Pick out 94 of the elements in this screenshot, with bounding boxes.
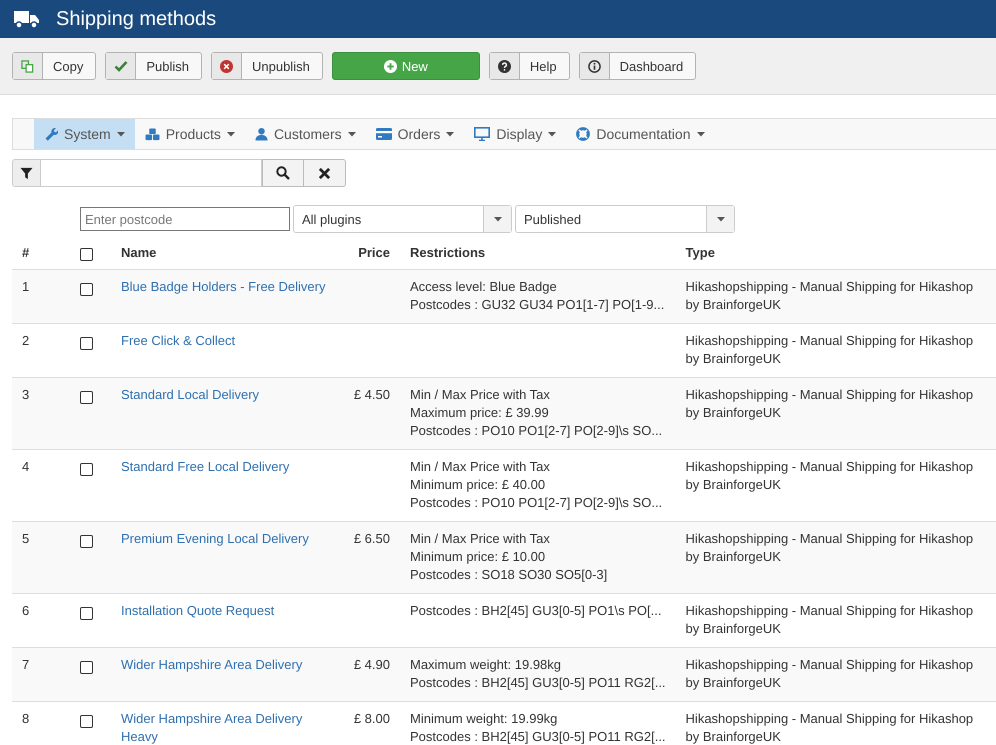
search-button[interactable] xyxy=(262,159,304,187)
plus-circle-icon xyxy=(384,60,397,72)
restriction-text: Min / Max Price with Tax xyxy=(410,530,551,548)
method-link[interactable]: Installation Quote Request xyxy=(121,602,274,620)
row-number: 4 xyxy=(22,459,30,474)
help-button[interactable]: Help xyxy=(488,52,570,80)
menu-item[interactable]: Customers xyxy=(244,119,366,149)
method-link[interactable]: Free Click & Collect xyxy=(121,332,236,350)
caret-icon xyxy=(548,132,556,136)
row-number: 1 xyxy=(22,279,30,294)
price-text: £ 6.50 xyxy=(354,531,390,546)
plugin-dropdown[interactable]: All plugins xyxy=(293,205,512,233)
postcode-field[interactable]: Enter postcode xyxy=(80,207,290,231)
menu-item[interactable]: Documentation xyxy=(566,119,714,149)
caret-icon xyxy=(716,216,724,222)
price-text: £ 4.90 xyxy=(354,657,390,672)
restriction-text: Minimum weight: 19.99kg xyxy=(410,710,558,728)
restriction-text: Minimum price: £ 40.00 xyxy=(410,476,546,494)
restriction-text: Minimum price: £ 10.00 xyxy=(410,548,546,566)
row-checkbox[interactable] xyxy=(80,661,93,674)
truck-icon xyxy=(14,9,40,29)
clear-button[interactable] xyxy=(304,159,346,187)
caret-icon xyxy=(446,132,454,136)
cubes-icon xyxy=(144,128,160,140)
caret-icon xyxy=(348,132,356,136)
restriction-text: Postcodes : BH2[45] GU3[0-5] PO11 RG2[... xyxy=(410,674,666,692)
monitor-icon xyxy=(474,127,490,141)
type-text: Hikashopshipping - Manual Shipping for Hikashop by BrainforgeUK xyxy=(686,459,974,492)
restriction-text: Maximum price: £ 39.99 xyxy=(410,404,550,422)
select-all-checkbox[interactable] xyxy=(80,248,93,261)
row-number: 8 xyxy=(22,711,30,726)
unpublish-button[interactable]: Unpublish xyxy=(211,52,323,80)
type-text: Hikashopshipping - Manual Shipping for Hikashop by BrainforgeUK xyxy=(686,603,974,636)
close-icon xyxy=(318,166,331,180)
lifebuoy-icon xyxy=(576,127,590,141)
row-number: 5 xyxy=(22,531,30,546)
row-checkbox[interactable] xyxy=(80,391,93,404)
info-icon xyxy=(588,60,601,72)
copy-button[interactable]: Copy xyxy=(12,52,96,80)
caret-icon xyxy=(494,216,502,222)
search-icon xyxy=(276,166,290,180)
copy-icon xyxy=(21,60,34,72)
close-icon xyxy=(220,60,233,72)
status-dropdown[interactable]: Published xyxy=(515,205,735,233)
type-text: Hikashopshipping - Manual Shipping for Hikashop by BrainforgeUK xyxy=(686,279,974,312)
type-text: Hikashopshipping - Manual Shipping for Hikashop by BrainforgeUK xyxy=(686,333,974,366)
restriction-text: Postcodes : SO18 SO30 SO5[0-3] xyxy=(410,566,608,584)
row-number: 7 xyxy=(22,657,30,672)
caret-icon xyxy=(226,132,235,136)
filter-icon xyxy=(12,159,41,187)
restriction-text: Postcodes : PO10 PO1[2-7] PO[2-9]\s SO... xyxy=(410,422,664,440)
dropdown-value: Published xyxy=(523,212,582,226)
restriction-text: Postcodes : BH2[45] GU3[0-5] PO1\s PO[... xyxy=(410,602,662,620)
type-text: Hikashopshipping - Manual Shipping for Hikashop by BrainforgeUK xyxy=(686,387,974,420)
row-checkbox[interactable] xyxy=(80,337,93,350)
user-icon xyxy=(254,127,268,141)
restriction-text: Postcodes : BH2[45] GU3[0-5] PO11 RG2[... xyxy=(410,728,666,745)
check-icon xyxy=(114,59,128,73)
row-checkbox[interactable] xyxy=(80,607,93,620)
restriction-text: Maximum weight: 19.98kg xyxy=(410,656,562,674)
restriction-text: Access level: Blue Badge xyxy=(410,278,558,296)
dropdown-value: All plugins xyxy=(301,212,362,226)
menu-item[interactable]: Display xyxy=(464,119,566,149)
dashboard-button[interactable]: Dashboard xyxy=(578,52,696,80)
row-number: 2 xyxy=(22,333,30,348)
row-checkbox[interactable] xyxy=(80,715,93,728)
price-text: £ 4.50 xyxy=(354,387,390,402)
row-checkbox[interactable] xyxy=(80,535,93,548)
row-checkbox[interactable] xyxy=(80,283,93,296)
type-text: Hikashopshipping - Manual Shipping for Hikashop by BrainforgeUK xyxy=(686,531,974,564)
type-text: Hikashopshipping - Manual Shipping for Hikashop by BrainforgeUK xyxy=(686,657,974,690)
restriction-text: Postcodes : PO10 PO1[2-7] PO[2-9]\s SO... xyxy=(410,494,664,512)
publish-button[interactable]: Publish xyxy=(105,52,202,80)
row-checkbox[interactable] xyxy=(80,463,93,476)
method-link[interactable]: Standard Free Local Delivery xyxy=(121,458,290,476)
help-icon xyxy=(498,60,511,72)
caret-icon xyxy=(696,132,704,136)
row-number: 6 xyxy=(22,603,30,618)
caret-icon xyxy=(116,132,125,136)
credit-card-icon xyxy=(376,128,392,140)
restriction-text: Min / Max Price with Tax xyxy=(410,458,551,476)
method-link[interactable]: Wider Hampshire Area Delivery Heavy xyxy=(121,710,302,745)
type-text: Hikashopshipping - Manual Shipping for Hikashop by BrainforgeUK xyxy=(686,711,974,744)
search-field[interactable] xyxy=(41,159,262,187)
method-link[interactable]: Standard Local Delivery xyxy=(121,386,260,404)
restriction-text: Postcodes : GU32 GU34 PO1[1-7] PO[1-9... xyxy=(410,296,666,314)
row-number: 3 xyxy=(22,387,30,402)
page-title: Shipping methods xyxy=(56,8,216,30)
menu-item[interactable]: Products xyxy=(134,119,245,149)
wrench-icon xyxy=(44,127,58,141)
restriction-text: Min / Max Price with Tax xyxy=(410,386,551,404)
menu-item[interactable]: System xyxy=(34,119,135,149)
menu-item[interactable]: Orders xyxy=(366,119,464,149)
price-text: £ 8.00 xyxy=(354,711,390,726)
